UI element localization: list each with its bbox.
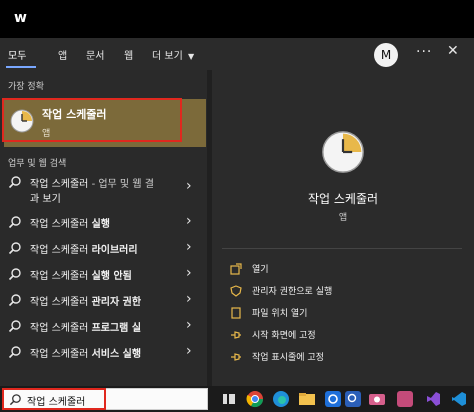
file-location-icon: [231, 307, 241, 319]
action-label: 시작 화면에 고정: [252, 331, 316, 341]
web-result-query: 작업 스케줄러: [30, 219, 92, 230]
edge-icon[interactable]: [272, 390, 290, 408]
chevron-right-icon: ›: [186, 239, 192, 255]
action-label: 열기: [252, 265, 269, 275]
action-pin-to-start[interactable]: 시작 화면에 고정: [230, 326, 460, 346]
divider: [222, 248, 462, 249]
web-result-text: 작업 스케줄러 관리자 권한: [30, 293, 141, 308]
account-avatar[interactable]: M: [374, 43, 398, 67]
title-bar: w: [0, 0, 474, 38]
search-app-icon[interactable]: [344, 390, 362, 408]
search-icon: [8, 346, 21, 359]
chevron-right-icon: ›: [186, 213, 192, 229]
tab-more-label: 더 보기: [152, 51, 183, 62]
pin-icon: [231, 353, 241, 361]
best-match-heading: 가장 정확: [8, 82, 44, 92]
tab-web[interactable]: 웹: [124, 47, 133, 62]
search-icon: [8, 242, 21, 255]
action-pin-to-taskbar[interactable]: 작업 표시줄에 고정: [230, 348, 460, 368]
search-icon: [8, 176, 21, 189]
visual-studio-icon[interactable]: [424, 390, 442, 408]
results-pane: 가장 정확 작업 스케줄러 앱 업무 및 웹 검색 작업 스케줄러 - 업무 및…: [0, 70, 207, 386]
chevron-down-icon: ▼: [187, 52, 195, 61]
web-result-suffix: 관리자 권한: [91, 297, 142, 308]
web-result-6[interactable]: 작업 스케줄러 서비스 실행 ›: [0, 340, 207, 366]
web-result-5[interactable]: 작업 스케줄러 프로그램 실 ›: [0, 314, 207, 340]
chevron-right-icon: ›: [186, 178, 192, 194]
highlight-outline: [2, 98, 182, 142]
web-result-text: 작업 스케줄러 라이브러리: [30, 241, 138, 256]
close-icon[interactable]: ✕: [447, 43, 459, 59]
search-filter-tabs: 모두 앱 문서 웹 더 보기 ▼ M ··· ✕: [0, 38, 474, 70]
tab-documents[interactable]: 문서: [86, 47, 104, 62]
chevron-right-icon: ›: [186, 291, 192, 307]
web-result-query: 작업 스케줄러: [30, 271, 92, 282]
web-result-query: 작업 스케줄러: [30, 179, 89, 190]
shield-icon: [230, 285, 242, 297]
web-result-text: 작업 스케줄러 프로그램 실: [30, 319, 141, 334]
app-blue-icon[interactable]: [324, 390, 342, 408]
active-tab-indicator: [6, 66, 36, 68]
web-result-query: 작업 스케줄러: [30, 297, 92, 308]
web-result-note: - 업무 및 웹 결: [88, 179, 154, 190]
preview-subtitle: 앱: [338, 213, 348, 223]
web-result-text: 작업 스케줄러 실행 안됨: [30, 267, 132, 282]
web-result-note-line2: 과 보기: [30, 194, 61, 205]
task-view-icon[interactable]: [220, 390, 238, 408]
search-icon: [8, 320, 21, 333]
web-result-0[interactable]: 작업 스케줄러 - 업무 및 웹 결 과 보기 ›: [0, 170, 207, 208]
web-search-heading: 업무 및 웹 검색: [8, 159, 67, 169]
web-result-2[interactable]: 작업 스케줄러 라이브러리 ›: [0, 236, 207, 262]
window-title: w: [14, 10, 27, 26]
open-icon: [230, 263, 242, 275]
search-icon: [8, 216, 21, 229]
task-scheduler-large-icon: [322, 131, 364, 173]
preview-title: 작업 스케줄러: [307, 192, 379, 206]
tab-apps[interactable]: 앱: [58, 47, 67, 62]
app-pink-icon[interactable]: [396, 390, 414, 408]
tab-all[interactable]: 모두: [8, 47, 26, 62]
web-result-text: 작업 스케줄러 - 업무 및 웹 결: [30, 175, 154, 190]
web-result-query: 작업 스케줄러: [30, 323, 92, 334]
action-run-as-admin[interactable]: 관리자 권한으로 실행: [230, 282, 460, 302]
search-icon: [8, 268, 21, 281]
web-result-suffix: 서비스 실행: [91, 349, 142, 360]
tab-more[interactable]: 더 보기 ▼: [152, 47, 194, 62]
action-label: 작업 표시줄에 고정: [252, 353, 324, 363]
explorer-icon[interactable]: [298, 390, 316, 408]
search-icon: [8, 294, 21, 307]
pin-icon: [231, 331, 241, 339]
vscode-icon[interactable]: [450, 390, 468, 408]
action-label: 관리자 권한으로 실행: [252, 287, 333, 297]
web-result-4[interactable]: 작업 스케줄러 관리자 권한 ›: [0, 288, 207, 314]
web-result-suffix: 실행 안됨: [91, 271, 132, 282]
screen: w 모두 앱 문서 웹 더 보기 ▼ M ··· ✕ 가장 정확 작업 스케줄러…: [0, 0, 474, 412]
camera-icon[interactable]: [368, 390, 386, 408]
web-result-query: 작업 스케줄러: [30, 349, 92, 360]
web-result-suffix: 라이브러리: [91, 245, 138, 256]
web-result-query: 작업 스케줄러: [30, 245, 92, 256]
action-open[interactable]: 열기: [230, 260, 460, 280]
start-search-panel: 모두 앱 문서 웹 더 보기 ▼ M ··· ✕ 가장 정확 작업 스케줄러 앱…: [0, 38, 474, 386]
chevron-right-icon: ›: [186, 265, 192, 281]
web-result-suffix: 실행: [91, 219, 110, 230]
chevron-right-icon: ›: [186, 317, 192, 333]
web-result-1[interactable]: 작업 스케줄러 실행 ›: [0, 210, 207, 236]
more-options-icon[interactable]: ···: [416, 44, 432, 60]
chrome-icon[interactable]: [246, 390, 264, 408]
web-result-suffix: 프로그램 실: [91, 323, 142, 334]
chevron-right-icon: ›: [186, 343, 192, 359]
preview-pane: 작업 스케줄러 앱 열기 관리자 권한으로 실행 파일 위치 열기 시작 화면에…: [212, 70, 474, 386]
web-result-text: 작업 스케줄러 실행: [30, 215, 110, 230]
web-result-text: 작업 스케줄러 서비스 실행: [30, 345, 141, 360]
action-open-file-location[interactable]: 파일 위치 열기: [230, 304, 460, 324]
search-highlight-outline: [2, 388, 106, 410]
action-label: 파일 위치 열기: [252, 309, 308, 319]
web-result-3[interactable]: 작업 스케줄러 실행 안됨 ›: [0, 262, 207, 288]
